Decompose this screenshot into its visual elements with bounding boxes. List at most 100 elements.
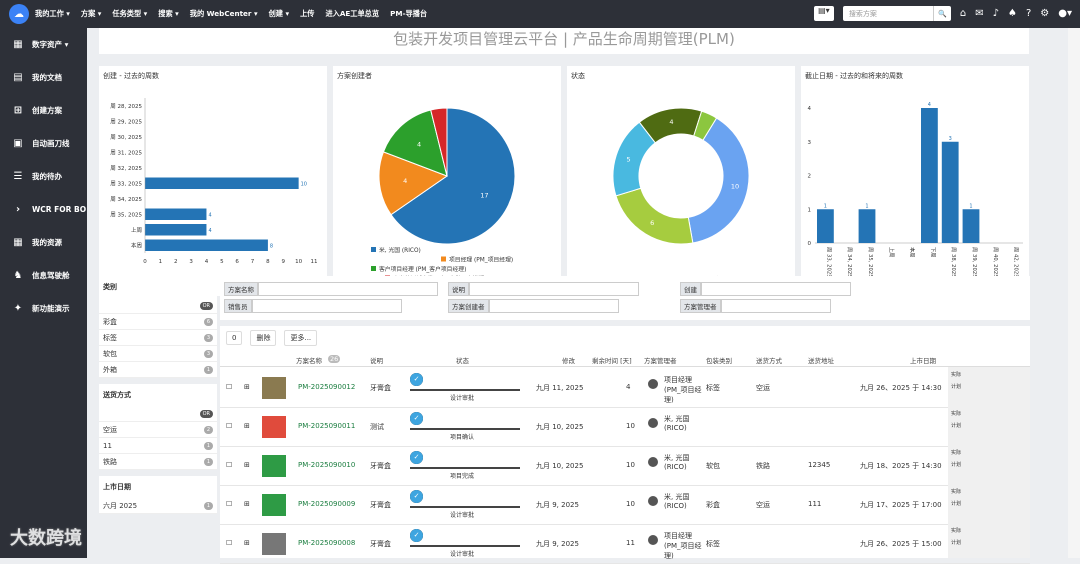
expand-icon[interactable]: ⊞ xyxy=(244,500,250,508)
bar[interactable] xyxy=(817,209,834,243)
menu-item[interactable]: 创建 ▾ xyxy=(269,9,290,19)
sidebar-item[interactable]: › WCR FOR BO xyxy=(0,193,87,226)
bar[interactable] xyxy=(145,177,299,190)
column-header[interactable]: 方案名称 xyxy=(296,355,322,365)
column-header[interactable]: 上市日期 xyxy=(910,355,936,365)
check-icon[interactable]: ✓ xyxy=(410,373,423,386)
check-icon[interactable]: ✓ xyxy=(410,529,423,542)
or-toggle[interactable]: OR xyxy=(99,298,217,314)
filter-item[interactable]: 11 1 xyxy=(99,438,217,454)
bar[interactable] xyxy=(145,224,207,236)
expand-icon[interactable]: ⊞ xyxy=(244,422,250,430)
delete-button[interactable]: 删除 xyxy=(250,330,277,346)
table-row[interactable]: ☐⊞PM-2025090008牙膏盒✎▣✓设计审批九月 9, 202511项目经… xyxy=(220,525,1030,564)
created-select[interactable] xyxy=(701,282,851,296)
column-header[interactable]: 送货方式 xyxy=(756,355,782,365)
filter-item[interactable]: 彩盒 6 xyxy=(99,314,217,330)
check-icon[interactable]: ✓ xyxy=(410,451,423,464)
filter-item[interactable]: 标签 3 xyxy=(99,330,217,346)
home-icon[interactable]: ⌂ xyxy=(960,8,966,19)
column-header[interactable]: 送货地址 xyxy=(808,355,834,365)
project-name-input[interactable] xyxy=(258,282,438,296)
search-scope-select[interactable]: ▤▾ xyxy=(813,6,834,21)
filter-group-title[interactable]: 上市日期 xyxy=(99,476,217,498)
search-icon[interactable]: 🔍 xyxy=(932,6,951,21)
expand-icon[interactable]: ⊞ xyxy=(244,383,250,391)
gear-icon[interactable]: ⚙ xyxy=(1040,8,1049,19)
table-row[interactable]: ☐⊞PM-2025090012牙膏盒✎▣✓设计审批九月 11, 20254项目经… xyxy=(220,369,1030,408)
bar[interactable] xyxy=(941,141,959,243)
slice[interactable] xyxy=(615,187,694,245)
column-header[interactable]: 剩余时间 [天] xyxy=(592,355,632,365)
lamp-icon[interactable]: ♠ xyxy=(1008,8,1017,19)
row-checkbox[interactable]: ☐ xyxy=(226,461,232,469)
project-thumbnail[interactable] xyxy=(262,494,286,516)
salesman-input[interactable] xyxy=(251,299,402,313)
menu-item[interactable]: 进入AE工单总览 xyxy=(325,9,379,19)
filter-item[interactable]: 铁路 1 xyxy=(99,454,217,470)
chat-icon[interactable]: ✉ xyxy=(975,8,983,19)
project-thumbnail[interactable] xyxy=(262,416,286,438)
or-badge[interactable]: OR xyxy=(199,409,213,418)
project-thumbnail[interactable] xyxy=(262,455,286,477)
cloud-logo-icon[interactable]: ☁ xyxy=(9,4,29,24)
column-header[interactable]: 状态 xyxy=(456,355,469,365)
creator-input[interactable] xyxy=(488,299,619,313)
project-thumbnail[interactable] xyxy=(262,533,286,555)
expand-icon[interactable]: ⊞ xyxy=(244,461,250,469)
scrollbar[interactable] xyxy=(1068,28,1080,558)
menu-item[interactable]: PM-导播台 xyxy=(390,9,427,19)
row-checkbox[interactable]: ☐ xyxy=(226,383,232,391)
description-input[interactable] xyxy=(469,282,639,296)
column-header[interactable]: 方案管理者 xyxy=(644,355,677,365)
sidebar-item[interactable]: ▦ 数字资产 ▾ xyxy=(0,28,87,61)
bar[interactable] xyxy=(921,108,938,243)
check-icon[interactable]: ✓ xyxy=(410,490,423,503)
filter-item[interactable]: 软包 3 xyxy=(99,346,217,362)
menu-item[interactable]: 搜索 ▾ xyxy=(158,9,179,19)
table-row[interactable]: ☐⊞PM-2025090010牙膏盒✎▣✓项目完成九月 10, 202510米,… xyxy=(220,447,1030,486)
row-checkbox[interactable]: ☐ xyxy=(226,500,232,508)
project-name-link[interactable]: PM-2025090008 xyxy=(298,539,355,547)
bar[interactable] xyxy=(145,208,207,221)
or-toggle[interactable]: OR xyxy=(99,406,217,422)
filter-group-title[interactable]: 送货方式 xyxy=(99,384,217,406)
sidebar-item[interactable]: ♞ 信息驾驶舱 xyxy=(0,259,87,292)
help-icon[interactable]: ? xyxy=(1026,8,1031,19)
bar[interactable] xyxy=(858,209,876,243)
sidebar-item[interactable]: ▣ 自动画刀线 xyxy=(0,127,87,160)
check-icon[interactable]: ✓ xyxy=(410,412,423,425)
menu-item[interactable]: 任务类型 ▾ xyxy=(112,9,147,19)
filter-item[interactable]: 外箱 1 xyxy=(99,362,217,378)
filter-item[interactable]: 空运 2 xyxy=(99,422,217,438)
column-header[interactable]: 包装类别 xyxy=(706,355,732,365)
table-row[interactable]: ☐⊞PM-2025090011测试✎▣✓项目确认九月 10, 202510米, … xyxy=(220,408,1030,447)
column-header[interactable]: 说明 xyxy=(370,355,383,365)
row-checkbox[interactable]: ☐ xyxy=(226,422,232,430)
menu-item[interactable]: 上传 xyxy=(300,9,314,19)
manager-input[interactable] xyxy=(720,299,831,313)
sidebar-item[interactable]: ⊞ 创建方案 xyxy=(0,94,87,127)
bar[interactable] xyxy=(145,239,268,252)
bar[interactable] xyxy=(962,209,980,243)
or-badge[interactable]: OR xyxy=(199,301,213,310)
sidebar-item[interactable]: ☰ 我的待办 xyxy=(0,160,87,193)
filter-item[interactable]: 六月 2025 1 xyxy=(99,498,217,514)
project-name-link[interactable]: PM-2025090010 xyxy=(298,461,355,469)
row-checkbox[interactable]: ☐ xyxy=(226,539,232,547)
more-button[interactable]: 更多... xyxy=(284,330,318,346)
select-count[interactable]: 0 xyxy=(226,331,243,345)
table-row[interactable]: ☐⊞PM-2025090009牙膏盒✎▣✓设计审批九月 9, 202510米, … xyxy=(220,486,1030,525)
sidebar-item[interactable]: ▤ 我的文档 xyxy=(0,61,87,94)
user-avatar-icon[interactable]: ●▾ xyxy=(1058,8,1072,19)
project-name-link[interactable]: PM-2025090009 xyxy=(298,500,355,508)
bell-icon[interactable]: ♪ xyxy=(993,8,999,19)
search-input[interactable]: 搜索方案 🔍 xyxy=(842,6,951,21)
menu-item[interactable]: 方案 ▾ xyxy=(81,9,102,19)
expand-icon[interactable]: ⊞ xyxy=(244,539,250,547)
menu-item[interactable]: 我的 WebCenter ▾ xyxy=(190,9,258,19)
column-header[interactable]: 修改 xyxy=(562,355,575,365)
sidebar-item[interactable]: ✦ 新功能演示 xyxy=(0,292,87,325)
project-thumbnail[interactable] xyxy=(262,377,286,399)
project-name-link[interactable]: PM-2025090012 xyxy=(298,383,355,391)
